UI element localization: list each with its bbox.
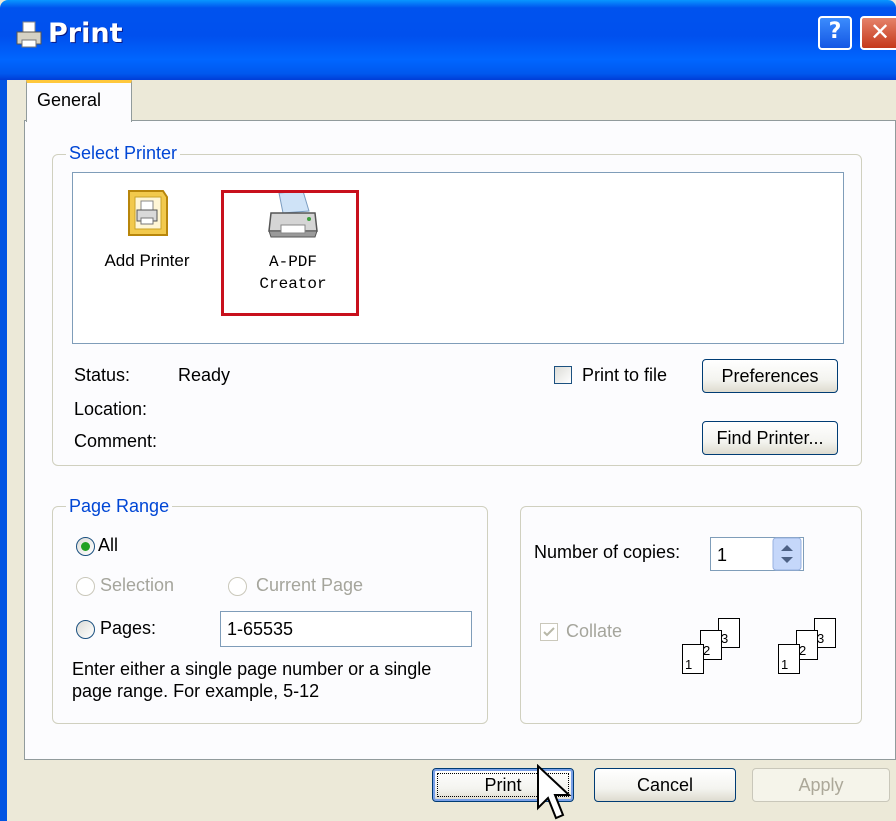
- tab-general-label: General: [37, 90, 102, 110]
- selected-printer-highlight: [221, 190, 359, 316]
- title-bar[interactable]: Print ? ✕: [0, 0, 896, 80]
- collate-page-1: 1: [778, 644, 800, 674]
- print-dialog: Print ? ✕ General Select Printer Add Pri…: [0, 0, 896, 821]
- tab-general[interactable]: General: [26, 80, 132, 122]
- printer-list[interactable]: Add Printer A-PDF Creator: [72, 172, 844, 344]
- collate-checkbox[interactable]: [540, 623, 558, 641]
- all-label[interactable]: All: [98, 535, 118, 556]
- current-page-label[interactable]: Current Page: [256, 575, 363, 596]
- selection-radio[interactable]: [76, 577, 95, 596]
- collate-illustration-1: 3 2 1: [680, 618, 750, 678]
- pages-radio[interactable]: [76, 620, 95, 639]
- status-label: Status:: [74, 365, 131, 385]
- print-to-file-checkbox[interactable]: [554, 366, 572, 384]
- status-value: Ready: [178, 365, 231, 385]
- add-printer-icon: [128, 190, 168, 236]
- add-printer-label: Add Printer: [104, 251, 190, 270]
- help-button[interactable]: ?: [818, 16, 852, 50]
- window-title: Print: [48, 18, 123, 49]
- copies-spinner[interactable]: [772, 537, 802, 571]
- mouse-cursor-icon: [537, 764, 572, 820]
- print-button-label: Print: [484, 775, 522, 795]
- radio-selected-dot: [81, 542, 90, 551]
- number-of-copies-label: Number of copies:: [534, 542, 681, 562]
- find-printer-button[interactable]: Find Printer...: [702, 421, 838, 455]
- all-radio[interactable]: [76, 537, 95, 556]
- window-frame: [0, 80, 7, 821]
- select-printer-legend: Select Printer: [66, 143, 181, 164]
- add-printer-item[interactable]: Add Printer: [87, 187, 207, 271]
- page-range-legend: Page Range: [66, 496, 173, 517]
- current-page-radio[interactable]: [228, 577, 247, 596]
- collate-label[interactable]: Collate: [566, 621, 622, 642]
- selection-label[interactable]: Selection: [100, 575, 174, 596]
- page-range-help-line2: page range. For example, 5-12: [72, 681, 320, 701]
- page-range-help-line1: Enter either a single page number or a s…: [72, 659, 432, 679]
- apply-button[interactable]: Apply: [752, 768, 890, 802]
- print-to-file-label[interactable]: Print to file: [582, 365, 667, 386]
- copies-group: [520, 506, 862, 724]
- close-button[interactable]: ✕: [860, 16, 896, 50]
- cancel-button[interactable]: Cancel: [594, 768, 736, 802]
- preferences-button[interactable]: Preferences: [702, 359, 838, 393]
- printer-icon: [16, 21, 42, 48]
- location-label: Location:: [74, 399, 148, 419]
- comment-label: Comment:: [74, 431, 158, 451]
- checkmark-icon: [543, 627, 555, 637]
- collate-page-1: 1: [682, 644, 704, 674]
- collate-illustration-2: 3 2 1: [776, 618, 846, 678]
- pages-label[interactable]: Pages:: [100, 618, 156, 639]
- pages-input[interactable]: 1-65535: [220, 611, 472, 647]
